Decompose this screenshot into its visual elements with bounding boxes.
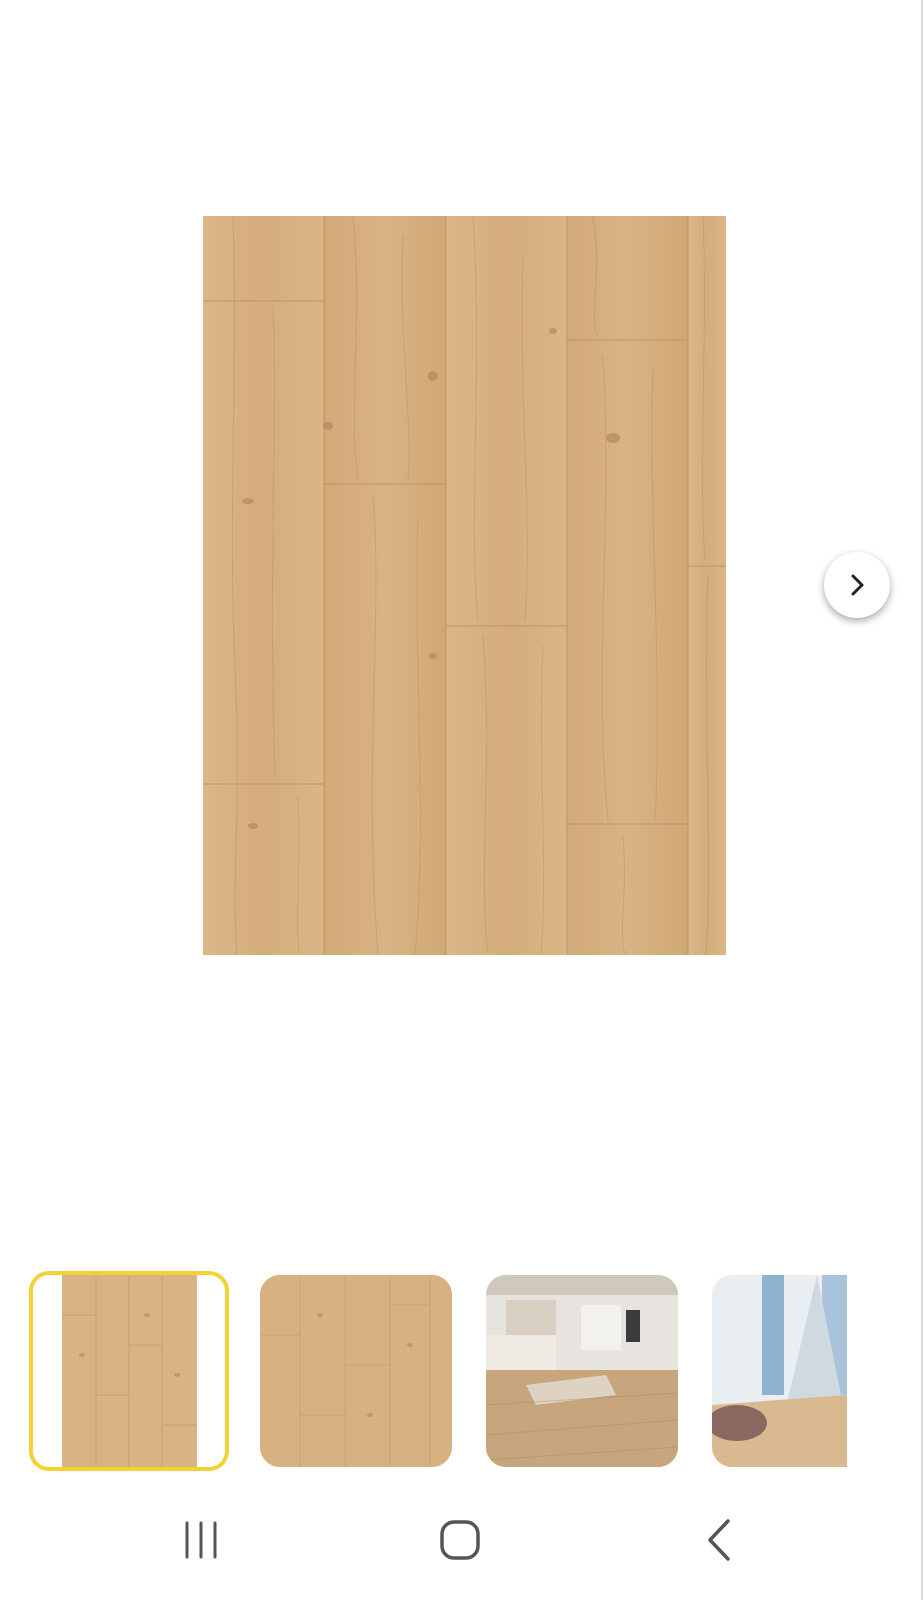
recents-button[interactable] — [151, 1500, 251, 1580]
home-icon — [440, 1520, 480, 1560]
thumbnail-living-room[interactable] — [486, 1275, 678, 1467]
wood-texture-thumbnail — [62, 1275, 197, 1467]
next-image-button[interactable] — [824, 552, 890, 618]
wood-plank-texture — [203, 216, 726, 955]
home-button[interactable] — [410, 1500, 510, 1580]
system-navigation-bar — [0, 1500, 923, 1600]
thumbnail-wood-texture-1[interactable] — [29, 1271, 229, 1471]
recents-icon — [185, 1521, 217, 1559]
thumbnail-image — [62, 1275, 197, 1467]
thumbnail-room-partial[interactable] — [712, 1275, 847, 1467]
room-thumbnail — [712, 1275, 847, 1467]
main-product-image[interactable] — [203, 216, 726, 955]
back-button[interactable] — [669, 1500, 769, 1580]
wood-texture-thumbnail — [260, 1275, 452, 1467]
chevron-right-icon — [851, 574, 864, 596]
thumbnail-wood-texture-2[interactable] — [260, 1275, 452, 1467]
living-room-thumbnail — [486, 1275, 678, 1467]
back-icon — [708, 1519, 730, 1561]
product-gallery-screen — [0, 0, 923, 1600]
